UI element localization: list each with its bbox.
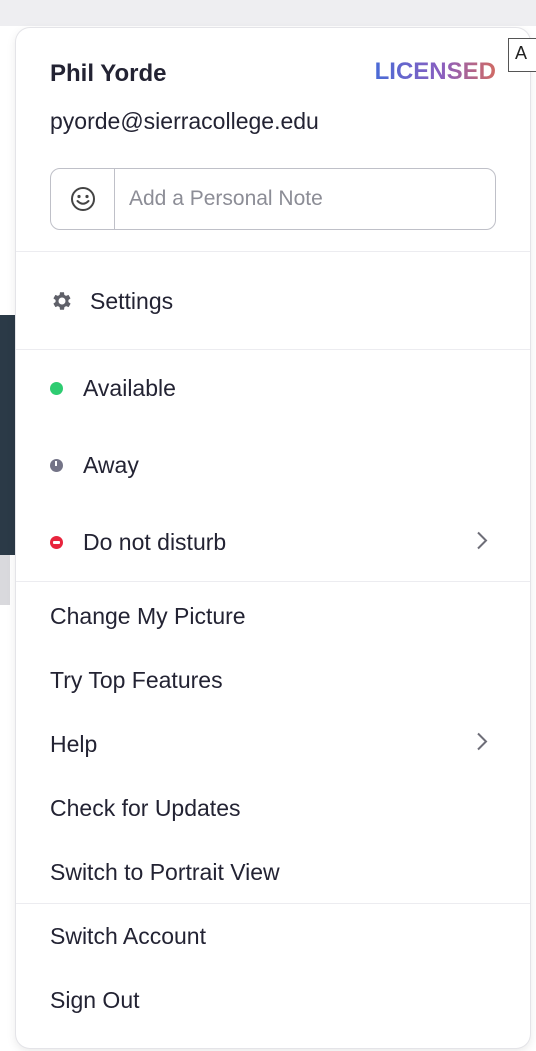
menu-item-label: Switch Account [50, 922, 206, 949]
status-do-not-disturb[interactable]: Do not disturb [16, 504, 530, 581]
away-clock-icon [50, 459, 63, 472]
tooltip-fragment: A [508, 38, 536, 72]
menu-item-switch-account[interactable]: Switch Account [16, 904, 530, 968]
menu-item-change-picture[interactable]: Change My Picture [16, 584, 530, 648]
menu-item-label: Check for Updates [50, 794, 241, 821]
account-section: Switch Account Sign Out [16, 904, 530, 1032]
menu-item-label: Try Top Features [50, 666, 223, 693]
chevron-right-icon [476, 529, 488, 556]
status-section: Available Away Do not disturb [16, 350, 530, 582]
user-name: Phil Yorde [50, 60, 167, 87]
status-label: Do not disturb [83, 529, 227, 555]
gear-icon [50, 289, 74, 313]
profile-header: Phil Yorde LICENSED pyorde@sierracollege… [16, 28, 530, 252]
background-panel-fragment [0, 555, 10, 605]
background-window-titlebar [0, 0, 536, 26]
personal-note-input[interactable] [115, 169, 495, 229]
menu-item-portrait-view[interactable]: Switch to Portrait View [16, 840, 530, 904]
menu-item-label: Sign Out [50, 986, 140, 1013]
menu-item-settings[interactable]: Settings [16, 252, 530, 350]
status-label: Available [83, 375, 176, 401]
menu-item-label: Help [50, 730, 98, 757]
chevron-right-icon [476, 731, 488, 758]
status-label: Away [83, 452, 139, 478]
settings-section: Settings [16, 252, 530, 350]
menu-item-label: Change My Picture [50, 602, 246, 629]
personal-note-field[interactable] [50, 168, 496, 230]
user-email: pyorde@sierracollege.edu [50, 108, 319, 134]
menu-item-sign-out[interactable]: Sign Out [16, 968, 530, 1032]
menu-item-label: Settings [90, 287, 174, 314]
status-available[interactable]: Available [16, 350, 530, 427]
menu-item-try-top-features[interactable]: Try Top Features [16, 648, 530, 712]
menu-item-label: Switch to Portrait View [50, 858, 280, 885]
misc-section: Change My Picture Try Top Features Help … [16, 582, 530, 904]
do-not-disturb-icon [50, 536, 63, 549]
profile-dropdown-menu: Phil Yorde LICENSED pyorde@sierracollege… [16, 28, 530, 1048]
available-status-icon [50, 382, 63, 395]
menu-item-help[interactable]: Help [16, 712, 530, 776]
background-sidebar-fragment [0, 315, 16, 555]
status-away[interactable]: Away [16, 427, 530, 504]
smiley-icon[interactable] [51, 169, 115, 229]
menu-item-check-updates[interactable]: Check for Updates [16, 776, 530, 840]
license-badge: LICENSED [374, 58, 496, 85]
